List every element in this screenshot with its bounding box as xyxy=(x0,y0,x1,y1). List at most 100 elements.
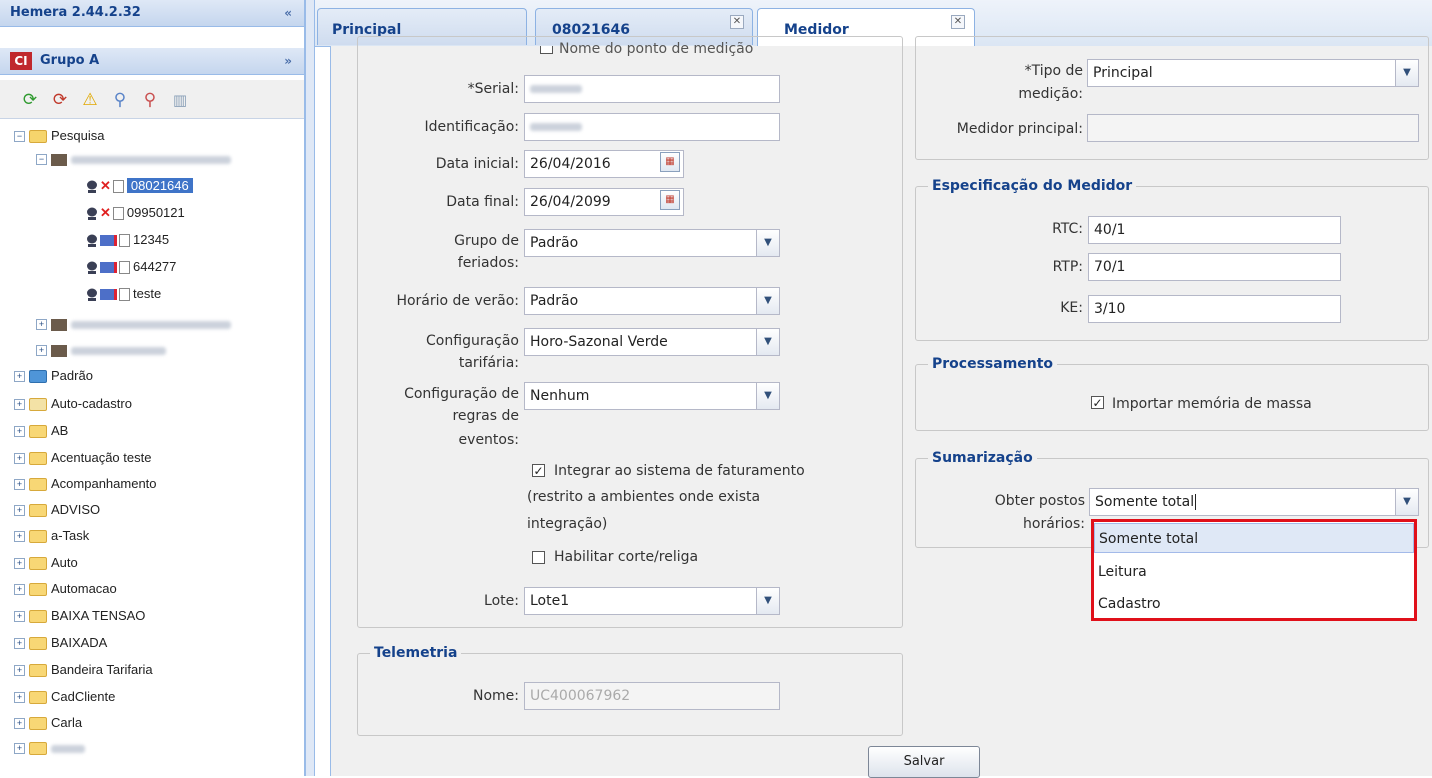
factory-icon xyxy=(51,318,67,331)
expand-node-icon[interactable]: + xyxy=(14,665,25,677)
expand-node-icon[interactable]: + xyxy=(14,531,25,543)
expand-node-icon[interactable]: + xyxy=(14,611,25,623)
group-header[interactable]: CI Grupo A » xyxy=(0,48,304,75)
tree-folder[interactable]: + BAIXADA xyxy=(14,631,107,655)
config-regras-label-3: eventos: xyxy=(458,432,519,448)
tree-meter-5[interactable]: teste xyxy=(86,282,161,306)
refresh-green-icon[interactable]: ⟳ xyxy=(20,90,40,110)
rtp-input[interactable]: 70/1 xyxy=(1088,253,1341,281)
collapse-node-icon[interactable]: − xyxy=(14,131,25,143)
tree-meter-4[interactable]: 644277 xyxy=(86,255,176,279)
rtc-input[interactable]: 40/1 xyxy=(1088,216,1341,244)
tree-folder[interactable]: + ADVISO xyxy=(14,498,100,522)
tree-label: CadCliente xyxy=(51,689,116,704)
tree-folder[interactable]: + BAIXA TENSAO xyxy=(14,604,145,628)
tree-site-1[interactable]: − xyxy=(36,147,231,171)
integrar-checkbox[interactable]: ✓ xyxy=(532,464,545,477)
tree-folder[interactable]: + Bandeira Tarifaria xyxy=(14,658,153,682)
tree-meter-1[interactable]: ✕ 08021646 xyxy=(86,174,193,198)
tree-folder[interactable]: + Auto-cadastro xyxy=(14,392,132,416)
folder-icon xyxy=(29,742,47,756)
processamento-legend: Processamento xyxy=(928,355,1058,373)
tree-folder[interactable]: + Carla xyxy=(14,711,82,735)
expand-node-icon[interactable]: + xyxy=(14,453,25,465)
tree-folder[interactable]: + CadCliente xyxy=(14,685,115,709)
tree-folder[interactable]: + a-Task xyxy=(14,524,89,548)
save-button[interactable]: Salvar xyxy=(868,746,980,778)
expand-node-icon[interactable]: + xyxy=(36,345,47,357)
serial-input[interactable] xyxy=(524,75,780,103)
expand-node-icon[interactable]: + xyxy=(14,479,25,491)
tree-site-3[interactable]: + xyxy=(36,338,166,362)
option-leitura[interactable]: Leitura xyxy=(1094,557,1414,587)
tipo-medicao-select[interactable]: Principal ▼ xyxy=(1087,59,1419,87)
lote-select[interactable]: Lote1 ▼ xyxy=(524,587,780,615)
collapse-node-icon[interactable]: − xyxy=(36,154,47,166)
chevron-down-icon[interactable]: ▼ xyxy=(756,588,779,614)
tree-label: Carla xyxy=(51,715,83,730)
chevron-down-icon[interactable]: ▼ xyxy=(1395,489,1418,515)
chevron-down-icon[interactable]: ▼ xyxy=(756,383,779,409)
medidor-principal-input[interactable] xyxy=(1087,114,1419,142)
option-somente-total[interactable]: Somente total xyxy=(1094,523,1414,553)
importar-checkbox[interactable]: ✓ xyxy=(1091,396,1104,409)
config-tarifaria-label-2: tarifária: xyxy=(458,355,519,371)
postos-select[interactable]: Somente total ▼ xyxy=(1089,488,1419,516)
horario-verao-select[interactable]: Padrão ▼ xyxy=(524,287,780,315)
clipboard-icon[interactable]: ▥ xyxy=(170,90,190,110)
search-red-icon[interactable]: ⚲ xyxy=(140,90,160,110)
chevron-down-icon[interactable]: ▼ xyxy=(756,329,779,355)
ke-input[interactable]: 3/10 xyxy=(1088,295,1341,323)
grupo-feriados-select[interactable]: Padrão ▼ xyxy=(524,229,780,257)
folder-icon xyxy=(29,610,47,624)
tree-folder[interactable]: + Auto xyxy=(14,551,78,575)
chevron-down-icon[interactable]: ▼ xyxy=(756,230,779,256)
tree-label: Auto xyxy=(51,555,78,570)
tree-folder[interactable]: + xyxy=(14,736,85,760)
option-cadastro[interactable]: Cadastro xyxy=(1094,589,1414,619)
chevron-down-icon[interactable]: ▼ xyxy=(756,288,779,314)
corte-checkbox[interactable] xyxy=(532,551,545,564)
expand-node-icon[interactable]: + xyxy=(36,319,47,331)
nome-input[interactable]: UC400067962 xyxy=(524,682,780,710)
tree-folder[interactable]: + Automacao xyxy=(14,577,117,601)
collapse-icon[interactable]: « xyxy=(284,0,292,26)
expand-node-icon[interactable]: + xyxy=(14,718,25,730)
tree-folder[interactable]: + AB xyxy=(14,419,68,443)
tree-root[interactable]: − Pesquisa xyxy=(14,124,104,148)
grupo-feriados-label: Grupo de xyxy=(454,233,519,249)
tree-meter-2[interactable]: ✕ 09950121 xyxy=(86,201,185,225)
identificacao-input[interactable] xyxy=(524,113,780,141)
tree-folder[interactable]: + Acompanhamento xyxy=(14,472,157,496)
expand-node-icon[interactable]: + xyxy=(14,399,25,411)
calendar-icon[interactable]: ▦ xyxy=(660,190,680,210)
refresh-red-icon[interactable]: ⟳ xyxy=(50,90,70,110)
expand-icon[interactable]: » xyxy=(284,48,292,74)
tree-folder[interactable]: + Padrão xyxy=(14,364,93,388)
config-regras-select[interactable]: Nenhum ▼ xyxy=(524,382,780,410)
expand-node-icon[interactable]: + xyxy=(14,558,25,570)
expand-node-icon[interactable]: + xyxy=(14,692,25,704)
tree-meter-3[interactable]: 12345 xyxy=(86,228,169,252)
checkbox-nome-ponto[interactable] xyxy=(540,46,553,54)
expand-node-icon[interactable]: + xyxy=(14,505,25,517)
search-icon[interactable]: ⚲ xyxy=(110,90,130,110)
tree-folder[interactable]: + Acentuação teste xyxy=(14,446,151,470)
meter-icon xyxy=(87,234,97,247)
calendar-icon[interactable]: ▦ xyxy=(660,152,680,172)
folder-icon xyxy=(29,664,47,678)
expand-node-icon[interactable]: + xyxy=(14,371,25,383)
config-tarifaria-select[interactable]: Horo-Sazonal Verde ▼ xyxy=(524,328,780,356)
close-icon[interactable]: ✕ xyxy=(951,15,965,29)
chevron-down-icon[interactable]: ▼ xyxy=(1395,60,1418,86)
warning-icon[interactable]: ⚠ xyxy=(80,90,100,110)
panel-splitter[interactable] xyxy=(305,0,315,776)
close-icon[interactable]: ✕ xyxy=(730,15,744,29)
tree-site-2[interactable]: + xyxy=(36,312,231,336)
expand-node-icon[interactable]: + xyxy=(14,638,25,650)
grupo-feriados-label-2: feriados: xyxy=(457,255,519,271)
expand-node-icon[interactable]: + xyxy=(14,426,25,438)
expand-node-icon[interactable]: + xyxy=(14,743,25,755)
redacted-label xyxy=(71,346,166,355)
expand-node-icon[interactable]: + xyxy=(14,584,25,596)
